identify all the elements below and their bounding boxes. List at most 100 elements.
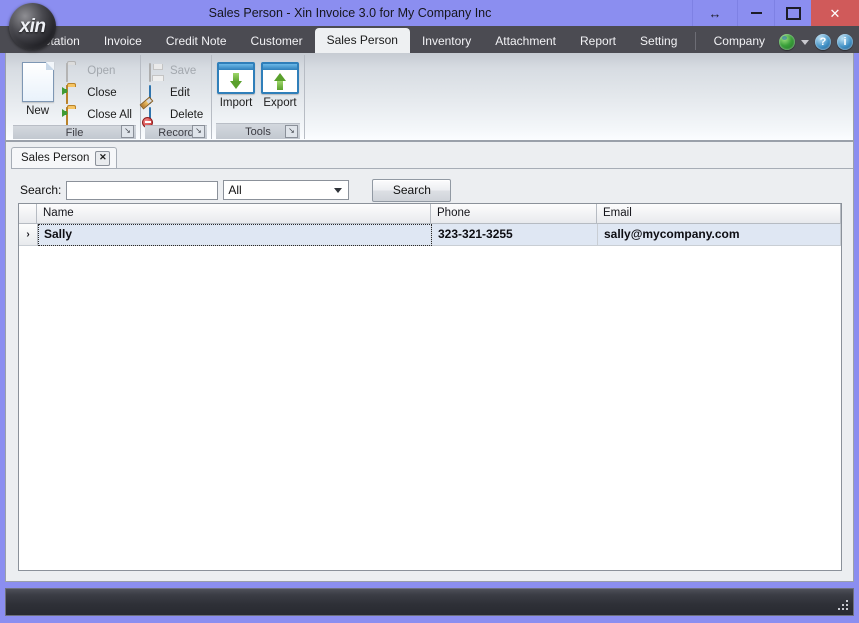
document-tab-sales-person[interactable]: Sales Person ✕ xyxy=(11,147,118,168)
title-bar: Sales Person - Xin Invoice 3.0 for My Co… xyxy=(0,0,859,26)
grid-header-phone[interactable]: Phone xyxy=(431,204,597,224)
close-window-button[interactable]: ✕ xyxy=(811,0,859,26)
ribbon-group-file: New Open Close Close All File ↘ xyxy=(9,55,141,139)
open-button[interactable]: Open xyxy=(62,61,136,82)
cell-email[interactable]: sally@mycompany.com xyxy=(598,224,841,246)
save-button-label: Save xyxy=(170,65,197,77)
cell-name[interactable]: Sally xyxy=(38,224,432,246)
ribbon-icon-tray: ? i xyxy=(777,34,859,53)
search-button-label: Search xyxy=(392,183,431,197)
app-logo[interactable]: xin xyxy=(9,3,56,50)
ribbon-group-file-footer: File ↘ xyxy=(13,125,136,139)
import-arrow-down-icon xyxy=(217,62,255,94)
ribbon-group-tools: Import Export Tools ↘ xyxy=(212,55,305,139)
document-tab-close-icon[interactable]: ✕ xyxy=(95,150,111,166)
table-row[interactable]: › Sally 323-321-3255 sally@mycompany.com xyxy=(19,224,841,246)
ribbon-tab-sales-person[interactable]: Sales Person xyxy=(314,28,410,53)
document-area: Sales Person ✕ Search: All Search Name P… xyxy=(5,141,854,582)
resize-arrows-icon: ↔ xyxy=(708,5,722,21)
new-button[interactable]: New xyxy=(13,60,62,117)
minimize-icon xyxy=(750,12,762,14)
maximize-icon xyxy=(785,6,801,20)
sales-person-grid[interactable]: Name Phone Email › Sally 323-321-3255 sa… xyxy=(18,203,842,571)
application-window: Sales Person - Xin Invoice 3.0 for My Co… xyxy=(0,0,859,623)
new-button-label: New xyxy=(26,105,50,117)
import-button-label: Import xyxy=(219,97,253,109)
grid-header-row: Name Phone Email xyxy=(19,204,841,224)
file-dialog-launcher-icon[interactable]: ↘ xyxy=(121,125,134,138)
edit-pencil-icon xyxy=(139,84,165,109)
info-icon[interactable]: i xyxy=(837,34,853,50)
document-tab-label: Sales Person xyxy=(21,152,90,164)
chevron-down-icon[interactable] xyxy=(801,39,809,45)
ribbon-group-record-footer: Record ↘ xyxy=(145,125,207,139)
edit-button[interactable]: Edit xyxy=(139,83,207,109)
export-button[interactable]: Export xyxy=(260,60,300,109)
delete-button[interactable]: Delete xyxy=(142,105,207,128)
grid-header-row-selector xyxy=(19,204,37,224)
grid-header-name[interactable]: Name xyxy=(37,204,431,224)
edit-button-label: Edit xyxy=(170,87,190,99)
ribbon-tab-customer[interactable]: Customer xyxy=(239,30,315,53)
maximize-button[interactable] xyxy=(774,0,811,26)
minimize-button[interactable] xyxy=(737,0,774,26)
grid-empty-space xyxy=(19,246,841,570)
ribbon-group-tools-title: Tools xyxy=(245,125,271,138)
close-button-label: Close xyxy=(87,87,117,99)
search-filter-value: All xyxy=(228,183,242,197)
grid-header-email[interactable]: Email xyxy=(597,204,841,224)
search-filter-select[interactable]: All xyxy=(223,180,350,200)
ribbon-tab-strip: Quotation Invoice Credit Note Customer S… xyxy=(0,26,859,53)
tools-dialog-launcher-icon[interactable]: ↘ xyxy=(285,125,298,138)
globe-icon[interactable] xyxy=(779,34,795,50)
ribbon-empty-area xyxy=(305,55,853,140)
cell-phone[interactable]: 323-321-3255 xyxy=(432,224,598,246)
ribbon-tab-inventory[interactable]: Inventory xyxy=(410,30,483,53)
ribbon-group-record: Save Edit Delete Record ↘ xyxy=(139,55,212,139)
search-bar: Search: All Search xyxy=(6,169,853,205)
window-controls: ↔ ✕ xyxy=(692,0,859,26)
document-tab-bar: Sales Person ✕ xyxy=(11,147,853,169)
ribbon-group-record-title: Record xyxy=(158,126,194,139)
ribbon-tab-attachment[interactable]: Attachment xyxy=(483,30,568,53)
export-button-label: Export xyxy=(263,97,297,109)
search-button[interactable]: Search xyxy=(372,178,452,202)
file-small-buttons: Open Close Close All xyxy=(62,60,136,126)
ribbon-panel: New Open Close Close All File ↘ Save Edi… xyxy=(5,53,854,141)
ribbon-group-record-body: Save Edit Delete xyxy=(139,57,207,128)
help-icon[interactable]: ? xyxy=(815,34,831,50)
ribbon-group-tools-body: Import Export xyxy=(216,57,300,123)
save-button[interactable]: Save xyxy=(145,61,207,82)
open-button-label: Open xyxy=(87,65,116,77)
ribbon-tab-invoice[interactable]: Invoice xyxy=(92,30,154,53)
close-all-folder-icon xyxy=(62,106,82,126)
delete-icon xyxy=(142,106,165,128)
close-icon: ✕ xyxy=(829,5,841,21)
ribbon-group-tools-footer: Tools ↘ xyxy=(216,123,300,139)
ribbon-tab-credit-note[interactable]: Credit Note xyxy=(154,30,239,53)
export-arrow-up-icon xyxy=(261,62,299,94)
search-label: Search: xyxy=(20,183,62,197)
status-bar xyxy=(5,588,854,616)
record-dialog-launcher-icon[interactable]: ↘ xyxy=(192,125,205,138)
row-indicator: › xyxy=(19,224,38,246)
chevron-down-icon xyxy=(334,187,343,193)
ribbon-group-file-body: New Open Close Close All xyxy=(13,57,136,126)
window-title: Sales Person - Xin Invoice 3.0 for My Co… xyxy=(208,6,492,20)
ribbon-tab-report[interactable]: Report xyxy=(568,30,628,53)
close-button[interactable]: Close xyxy=(62,83,136,104)
delete-button-label: Delete xyxy=(170,109,204,121)
close-all-button-label: Close All xyxy=(87,109,132,121)
search-input[interactable] xyxy=(66,180,219,200)
close-folder-icon xyxy=(62,84,82,104)
restore-size-button[interactable]: ↔ xyxy=(692,0,737,26)
new-document-icon xyxy=(21,62,54,102)
app-logo-label: xin xyxy=(19,15,46,37)
save-floppy-icon xyxy=(149,62,165,82)
close-all-button[interactable]: Close All xyxy=(62,105,136,126)
import-button[interactable]: Import xyxy=(216,60,256,109)
ribbon-group-file-title: File xyxy=(65,126,84,139)
resize-grip-icon[interactable] xyxy=(837,600,849,612)
ribbon-tab-setting[interactable]: Setting xyxy=(628,30,689,53)
ribbon-tab-company[interactable]: Company xyxy=(702,30,777,53)
